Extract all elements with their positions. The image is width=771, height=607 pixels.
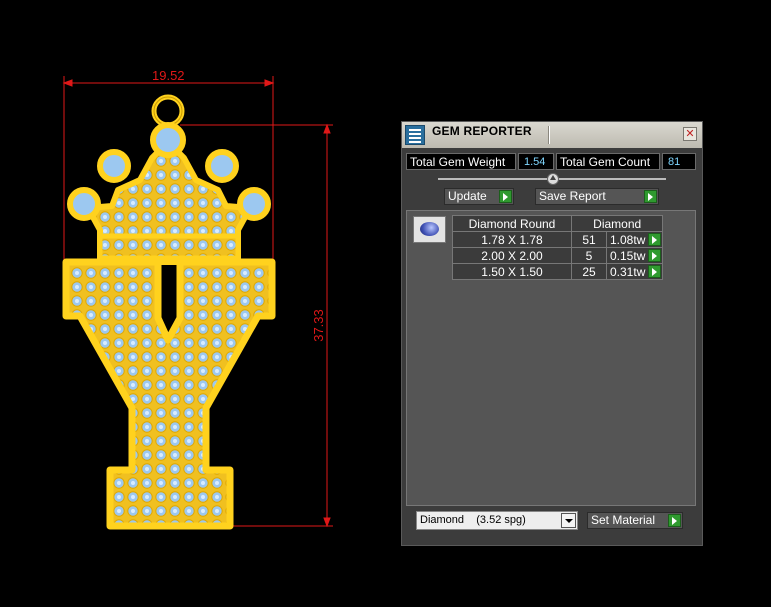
total-gem-weight-label: Total Gem Weight bbox=[406, 153, 516, 170]
pendant-drawing bbox=[62, 76, 333, 530]
panel-title: GEM REPORTER bbox=[432, 124, 532, 138]
gem-count: 5 bbox=[571, 247, 607, 264]
cad-viewport[interactable]: 19.52 37.33 bbox=[0, 0, 400, 607]
save-report-button-label: Save Report bbox=[539, 189, 606, 203]
gem-weight-cell: 0.31tw bbox=[605, 263, 664, 280]
gem-size: 1.50 X 1.50 bbox=[452, 263, 572, 280]
gem-reporter-icon bbox=[405, 125, 425, 145]
height-dimension: 37.33 bbox=[310, 309, 326, 342]
play-icon[interactable] bbox=[648, 265, 662, 278]
play-icon bbox=[668, 514, 681, 527]
gem-reporter-panel: GEM REPORTER ✕ Total Gem Weight 1.54 Tot… bbox=[401, 121, 703, 546]
material-select-value: Diamond (3.52 spg) bbox=[420, 514, 526, 526]
update-button-label: Update bbox=[448, 189, 487, 203]
table-row[interactable]: 1.78 X 1.78 51 1.08tw bbox=[452, 231, 664, 248]
table-row[interactable]: 2.00 X 2.00 5 0.15tw bbox=[452, 247, 664, 264]
title-separator bbox=[548, 126, 550, 144]
gem-count: 25 bbox=[571, 263, 607, 280]
diamond-icon[interactable] bbox=[413, 216, 446, 243]
crown bbox=[67, 122, 271, 265]
column-header: Diamond bbox=[570, 215, 664, 232]
letter-y bbox=[62, 258, 276, 530]
table-header-row: Diamond Round Diamond bbox=[452, 215, 664, 232]
width-dimension: 19.52 bbox=[152, 68, 185, 83]
gem-list[interactable]: Diamond Round Diamond 1.78 X 1.78 51 1.0… bbox=[406, 210, 696, 506]
slider-handle[interactable] bbox=[547, 173, 559, 185]
title-bar[interactable]: GEM REPORTER ✕ bbox=[402, 122, 702, 148]
column-header: Diamond Round bbox=[452, 215, 572, 232]
set-material-button[interactable]: Set Material bbox=[587, 512, 683, 529]
material-select[interactable]: Diamond (3.52 spg) bbox=[416, 511, 578, 530]
chevron-down-icon[interactable] bbox=[561, 513, 576, 528]
gem-weight: 0.15tw bbox=[610, 248, 646, 263]
save-report-button[interactable]: Save Report bbox=[535, 188, 659, 205]
gem-count: 51 bbox=[571, 231, 607, 248]
set-material-button-label: Set Material bbox=[591, 513, 656, 527]
table-row[interactable]: 1.50 X 1.50 25 0.31tw bbox=[452, 263, 664, 280]
total-gem-count-value: 81 bbox=[662, 153, 696, 170]
play-icon[interactable] bbox=[648, 249, 662, 262]
gem-weight-cell: 1.08tw bbox=[605, 231, 664, 248]
gem-weight: 1.08tw bbox=[610, 232, 646, 247]
gem-weight-cell: 0.15tw bbox=[605, 247, 664, 264]
update-button[interactable]: Update bbox=[444, 188, 514, 205]
play-icon bbox=[499, 190, 512, 203]
play-icon[interactable] bbox=[648, 233, 662, 246]
gem-size: 2.00 X 2.00 bbox=[452, 247, 572, 264]
close-icon[interactable]: ✕ bbox=[683, 127, 697, 141]
gem-weight: 0.31tw bbox=[610, 264, 646, 279]
gem-size: 1.78 X 1.78 bbox=[452, 231, 572, 248]
total-gem-weight-value: 1.54 bbox=[518, 153, 554, 170]
gem-table: Diamond Round Diamond 1.78 X 1.78 51 1.0… bbox=[452, 215, 664, 280]
total-gem-count-label: Total Gem Count bbox=[556, 153, 660, 170]
play-icon bbox=[644, 190, 657, 203]
